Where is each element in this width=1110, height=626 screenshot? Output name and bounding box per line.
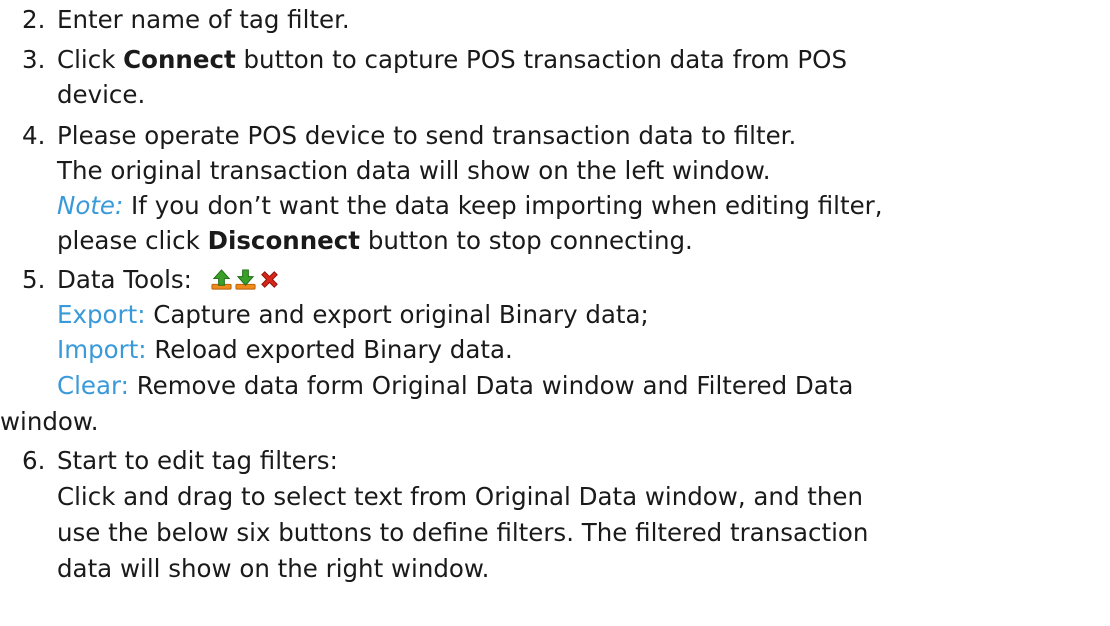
step-3: 3. Click Connect button to capture POS tr… (22, 43, 847, 77)
step-text-post: button to capture POS transaction data f… (235, 45, 848, 74)
export-up-arrow-icon (210, 268, 233, 291)
step-text-pre: please click (57, 226, 208, 255)
step-6-line-1: Click and drag to select text from Origi… (57, 480, 863, 514)
step-text: data will show on the right window. (57, 554, 490, 583)
clear-description-continued: window. (0, 405, 99, 439)
step-number: 5. (22, 265, 46, 294)
import-text: Reload exported Binary data. (146, 335, 513, 364)
note-label: Note: (57, 191, 124, 220)
import-description: Import: Reload exported Binary data. (57, 333, 513, 367)
export-text: Capture and export original Binary data; (145, 300, 649, 329)
step-4-note: Note: If you don’t want the data keep im… (57, 189, 883, 223)
step-4-line-4: please click Disconnect button to stop c… (57, 224, 693, 258)
step-4-line-2: The original transaction data will show … (57, 154, 771, 188)
step-text-cont: device. (57, 80, 146, 109)
step-3-continued: device. (57, 78, 145, 112)
step-5: 5. Data Tools: (22, 263, 281, 297)
step-text: Please operate POS device to send transa… (57, 121, 797, 150)
step-4: 4. Please operate POS device to send tran… (22, 119, 796, 153)
clear-x-icon (258, 268, 281, 291)
step-2: 2. Enter name of tag filter. (22, 3, 350, 37)
step-text: Click and drag to select text from Origi… (57, 482, 864, 511)
clear-text: Remove data form Original Data window an… (128, 371, 854, 400)
data-tools-title: Data Tools: (57, 265, 192, 294)
clear-text-cont: window. (0, 407, 99, 436)
step-number: 3. (22, 45, 46, 74)
step-text: Enter name of tag filter. (57, 5, 350, 34)
step-6: 6. Start to edit tag filters: (22, 444, 338, 478)
step-text: use the below six buttons to define filt… (57, 518, 869, 547)
disconnect-keyword: Disconnect (207, 226, 361, 255)
data-tools-icons (210, 268, 281, 291)
step-title: Start to edit tag filters: (57, 446, 338, 475)
import-label: Import: (57, 335, 147, 364)
step-6-line-2: use the below six buttons to define filt… (57, 516, 868, 550)
export-label: Export: (57, 300, 146, 329)
export-description: Export: Capture and export original Bina… (57, 298, 649, 332)
step-number: 4. (22, 121, 46, 150)
step-number: 2. (22, 5, 46, 34)
clear-description: Clear: Remove data form Original Data wi… (57, 369, 853, 403)
step-text: The original transaction data will show … (57, 156, 771, 185)
import-down-arrow-icon (234, 268, 257, 291)
connect-keyword: Connect (123, 45, 236, 74)
clear-label: Clear: (57, 371, 129, 400)
note-text: If you don’t want the data keep importin… (123, 191, 883, 220)
step-6-line-3: data will show on the right window. (57, 552, 489, 586)
step-text-post: button to stop connecting. (360, 226, 693, 255)
step-text-pre: Click (57, 45, 124, 74)
step-number: 6. (22, 446, 46, 475)
